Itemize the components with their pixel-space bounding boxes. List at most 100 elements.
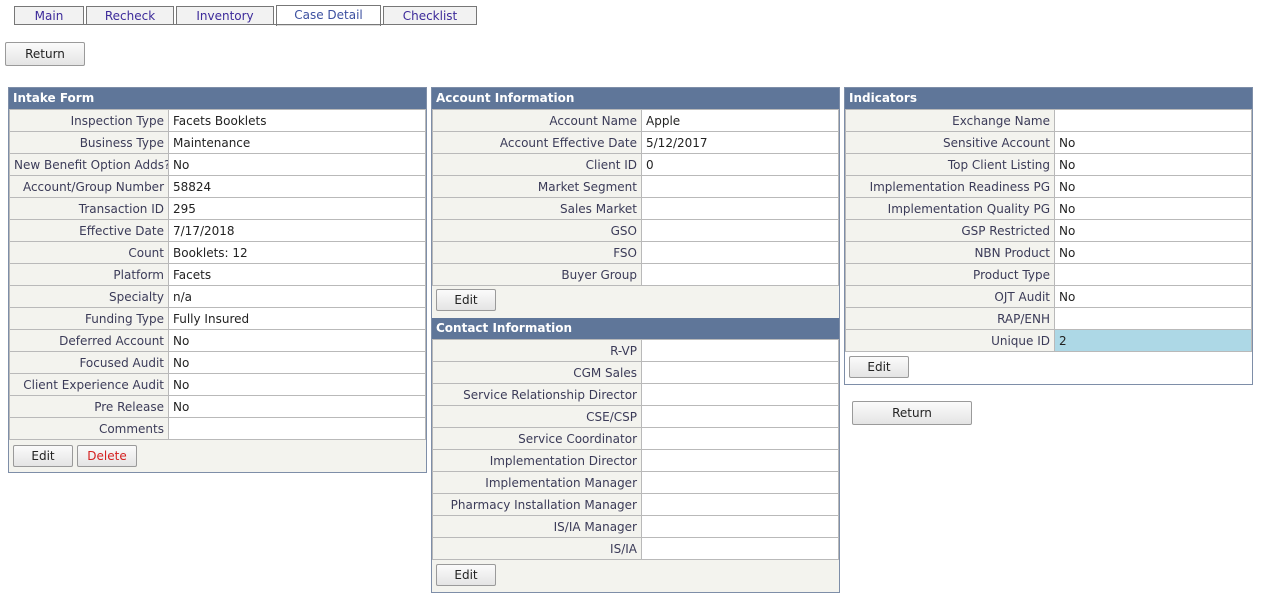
contact-field-label: Pharmacy Installation Manager	[432, 493, 642, 516]
account-field-value	[641, 241, 839, 264]
account-row: Buyer Group	[432, 263, 839, 286]
return-button-top[interactable]: Return	[5, 42, 85, 66]
intake-field-label: Platform	[9, 263, 169, 286]
indicators-row: Exchange Name	[845, 109, 1252, 132]
account-row: Account Effective Date 5/12/2017	[432, 131, 839, 154]
indicators-field-label: Sensitive Account	[845, 131, 1055, 154]
indicators-row: Top Client Listing No	[845, 153, 1252, 176]
contact-info-actions: Edit	[432, 560, 839, 592]
intake-row: Pre Release No	[9, 395, 426, 418]
indicators-field-value	[1054, 109, 1252, 132]
account-field-label: GSO	[432, 219, 642, 242]
intake-row: New Benefit Option Adds? No	[9, 153, 426, 176]
account-info-panel: Account Information Account Name Apple Acc…	[431, 87, 840, 593]
intake-row: Focused Audit No	[9, 351, 426, 374]
intake-field-label: Focused Audit	[9, 351, 169, 374]
contact-field-value	[641, 383, 839, 406]
intake-field-value: No	[168, 329, 426, 352]
indicators-row: Implementation Readiness PG No	[845, 175, 1252, 198]
account-row: Client ID 0	[432, 153, 839, 176]
contact-row: Implementation Manager	[432, 471, 839, 494]
intake-field-value: 58824	[168, 175, 426, 198]
account-row: Market Segment	[432, 175, 839, 198]
tab-case-detail[interactable]: Case Detail	[276, 5, 381, 26]
indicators-field-label: Unique ID	[845, 329, 1055, 352]
account-field-label: Account Effective Date	[432, 131, 642, 154]
intake-form-panel: Intake Form Inspection Type Facets Bookle…	[8, 87, 427, 473]
indicators-actions: Edit	[845, 352, 1252, 384]
indicators-field-label: RAP/ENH	[845, 307, 1055, 330]
contact-row: CSE/CSP	[432, 405, 839, 428]
account-edit-button[interactable]: Edit	[436, 289, 496, 311]
indicators-field-label: Exchange Name	[845, 109, 1055, 132]
account-field-label: FSO	[432, 241, 642, 264]
tab-main[interactable]: Main	[14, 6, 84, 25]
intake-field-value: 295	[168, 197, 426, 220]
indicators-row: Unique ID 2	[845, 329, 1252, 352]
contact-field-value	[641, 361, 839, 384]
indicators-row: GSP Restricted No	[845, 219, 1252, 242]
indicators-row: NBN Product No	[845, 241, 1252, 264]
intake-field-value: Facets	[168, 263, 426, 286]
indicators-field-value	[1054, 307, 1252, 330]
indicators-field-label: GSP Restricted	[845, 219, 1055, 242]
account-info-actions: Edit	[432, 286, 839, 318]
intake-field-label: Comments	[9, 417, 169, 440]
contact-row: CGM Sales	[432, 361, 839, 384]
intake-field-value: No	[168, 395, 426, 418]
intake-field-label: Inspection Type	[9, 109, 169, 132]
indicators-table: Exchange Name Sensitive Account No Top Clie…	[845, 109, 1252, 352]
intake-row: Deferred Account No	[9, 329, 426, 352]
intake-field-value: Booklets: 12	[168, 241, 426, 264]
contact-field-value	[641, 405, 839, 428]
contact-field-label: Implementation Manager	[432, 471, 642, 494]
indicators-row: Implementation Quality PG No	[845, 197, 1252, 220]
contact-field-label: CGM Sales	[432, 361, 642, 384]
intake-field-label: Account/Group Number	[9, 175, 169, 198]
indicators-field-value	[1054, 263, 1252, 286]
intake-row: Inspection Type Facets Booklets	[9, 109, 426, 132]
indicators-field-value: No	[1054, 197, 1252, 220]
indicators-panel: Indicators Exchange Name Sensitive Accoun…	[844, 87, 1253, 385]
intake-field-value	[168, 417, 426, 440]
contact-field-label: Service Relationship Director	[432, 383, 642, 406]
contact-row: R-VP	[432, 339, 839, 362]
tab-recheck[interactable]: Recheck	[86, 6, 174, 25]
intake-row: Platform Facets	[9, 263, 426, 286]
account-field-value: Apple	[641, 109, 839, 132]
account-field-label: Sales Market	[432, 197, 642, 220]
tab-checklist[interactable]: Checklist	[383, 6, 477, 25]
indicators-field-value: No	[1054, 131, 1252, 154]
account-field-value	[641, 219, 839, 242]
contact-field-label: Implementation Director	[432, 449, 642, 472]
contact-field-label: R-VP	[432, 339, 642, 362]
contact-field-value	[641, 515, 839, 538]
intake-row: Specialty n/a	[9, 285, 426, 308]
intake-field-value: Maintenance	[168, 131, 426, 154]
indicators-row: OJT Audit No	[845, 285, 1252, 308]
intake-field-label: New Benefit Option Adds?	[9, 153, 169, 176]
indicators-field-label: Top Client Listing	[845, 153, 1055, 176]
indicators-field-value: No	[1054, 175, 1252, 198]
intake-field-value: No	[168, 351, 426, 374]
contact-row: IS/IA	[432, 537, 839, 560]
contact-field-value	[641, 493, 839, 516]
intake-edit-button[interactable]: Edit	[13, 445, 73, 467]
indicators-edit-button[interactable]: Edit	[849, 356, 909, 378]
indicators-field-value: No	[1054, 219, 1252, 242]
intake-field-value: Facets Booklets	[168, 109, 426, 132]
intake-row: Account/Group Number 58824	[9, 175, 426, 198]
intake-form-actions: Edit Delete	[9, 440, 426, 472]
intake-field-label: Deferred Account	[9, 329, 169, 352]
intake-field-label: Effective Date	[9, 219, 169, 242]
intake-form-title: Intake Form	[9, 88, 426, 109]
account-field-value: 0	[641, 153, 839, 176]
return-button-bottom[interactable]: Return	[852, 401, 972, 425]
intake-field-value: n/a	[168, 285, 426, 308]
intake-delete-button[interactable]: Delete	[77, 445, 137, 467]
contact-edit-button[interactable]: Edit	[436, 564, 496, 586]
account-row: Sales Market	[432, 197, 839, 220]
contact-row: Service Coordinator	[432, 427, 839, 450]
tab-inventory[interactable]: Inventory	[176, 6, 274, 25]
intake-row: Comments	[9, 417, 426, 440]
